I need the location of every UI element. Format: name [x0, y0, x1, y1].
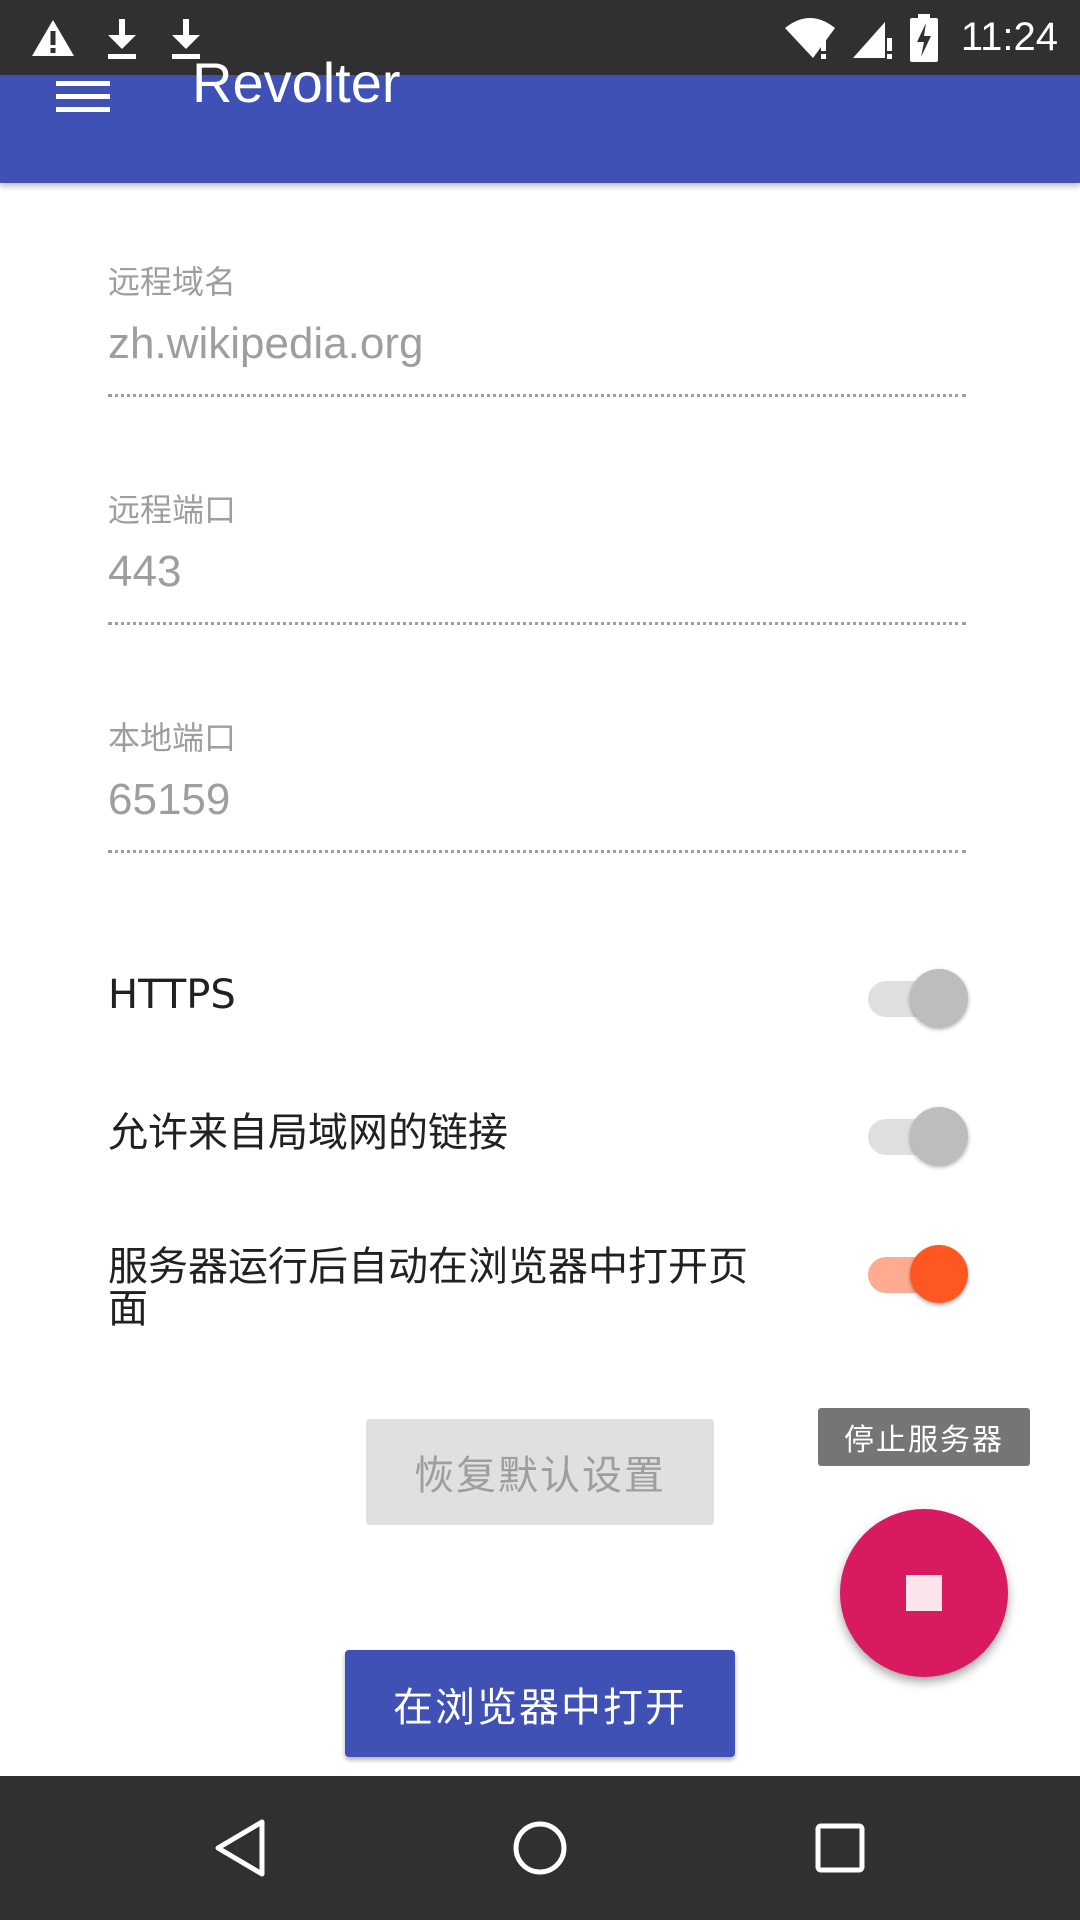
local-port-input[interactable]: 65159: [108, 778, 966, 822]
remote-domain-label: 远程域名: [108, 263, 237, 301]
back-icon[interactable]: [180, 1776, 300, 1920]
switch-thumb: [910, 1245, 968, 1303]
auto-open-switch[interactable]: [858, 1236, 968, 1306]
warning-icon: [30, 18, 76, 58]
local-port-underline: [108, 850, 966, 853]
remote-domain-underline: [108, 394, 966, 397]
status-time: 11:24: [960, 15, 1058, 59]
remote-port-underline: [108, 622, 966, 625]
https-toggle-label: HTTPS: [108, 972, 236, 1018]
battery-charging-icon: [909, 13, 939, 62]
switch-thumb: [910, 1107, 968, 1165]
stop-icon: [906, 1575, 942, 1611]
lan-switch[interactable]: [858, 1098, 968, 1168]
remote-port-label: 远程端口: [108, 491, 237, 529]
https-switch[interactable]: [858, 960, 968, 1030]
signal-icon: [851, 16, 895, 60]
lan-toggle-row[interactable]: 允许来自局域网的链接: [108, 1098, 968, 1168]
stop-server-fab[interactable]: [840, 1509, 1008, 1677]
navigation-bar: [0, 1776, 1080, 1920]
download-icon: [104, 17, 140, 59]
open-in-browser-button[interactable]: 在浏览器中打开: [345, 1650, 735, 1757]
lan-toggle-label: 允许来自局域网的链接: [108, 1110, 508, 1156]
local-port-label: 本地端口: [108, 719, 237, 757]
local-port-field[interactable]: 本地端口 65159: [108, 719, 966, 853]
recents-icon[interactable]: [780, 1776, 900, 1920]
remote-domain-field[interactable]: 远程域名 zh.wikipedia.org: [108, 263, 966, 397]
app-bar: Revolter: [0, 55, 1080, 183]
status-bar: 11:24: [0, 0, 1080, 75]
remote-port-field[interactable]: 远程端口 443: [108, 491, 966, 625]
switch-thumb: [910, 969, 968, 1027]
remote-port-input[interactable]: 443: [108, 550, 966, 594]
remote-domain-input[interactable]: zh.wikipedia.org: [108, 322, 966, 366]
home-icon[interactable]: [480, 1776, 600, 1920]
auto-open-toggle-label: 服务器运行后自动在浏览器中打开页面: [108, 1244, 748, 1332]
auto-open-toggle-row[interactable]: 服务器运行后自动在浏览器中打开页面: [108, 1236, 968, 1336]
stop-server-tooltip: 停止服务器: [818, 1408, 1030, 1466]
app-title: Revolter: [192, 51, 401, 114]
wifi-icon: [783, 16, 837, 60]
menu-icon[interactable]: [56, 81, 110, 121]
reset-defaults-button[interactable]: 恢复默认设置: [366, 1419, 714, 1525]
notification-icons: [30, 0, 204, 75]
system-icons: 11:24: [783, 0, 1058, 75]
https-toggle-row[interactable]: HTTPS: [108, 960, 968, 1030]
